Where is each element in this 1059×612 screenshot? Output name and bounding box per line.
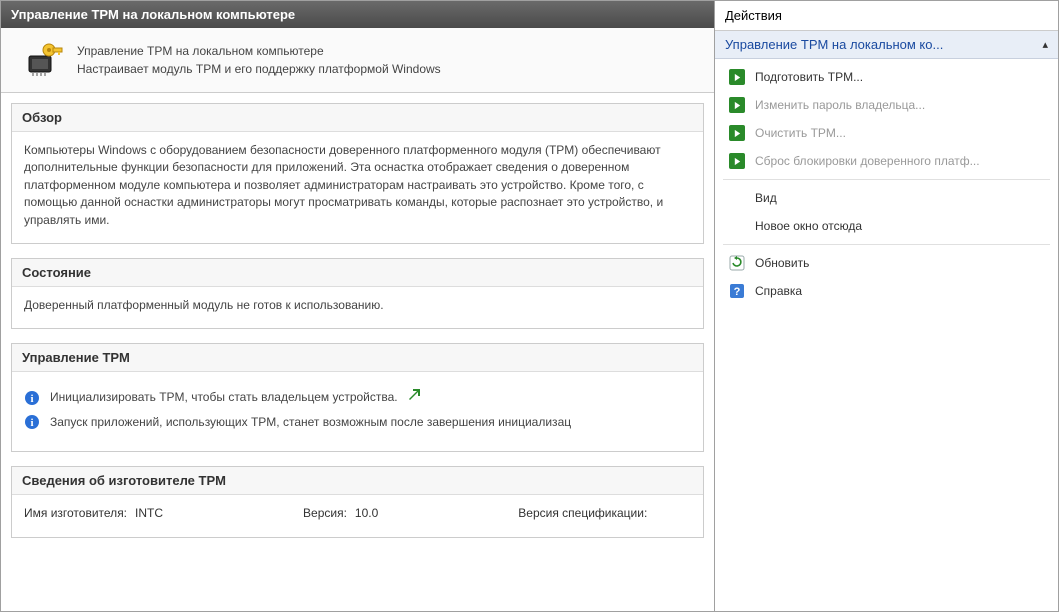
actions-title: Действия xyxy=(715,1,1058,31)
management-line1: i Инициализировать TPM, чтобы стать влад… xyxy=(24,388,691,407)
svg-text:?: ? xyxy=(734,286,741,298)
action-clear-label: Очистить TPM... xyxy=(755,126,846,140)
action-prepare-tpm[interactable]: Подготовить TPM... xyxy=(715,63,1058,91)
arrow-right-icon xyxy=(729,125,745,141)
action-help-label: Справка xyxy=(755,284,802,298)
manufacturer-version-value: 10.0 xyxy=(355,505,378,522)
divider xyxy=(723,179,1050,180)
manufacturer-title: Сведения об изготовителе TPM xyxy=(12,467,703,495)
action-reset-lockout[interactable]: Сброс блокировки доверенного платф... xyxy=(715,147,1058,175)
management-line2-text: Запуск приложений, использующих TPM, ста… xyxy=(50,414,571,431)
action-new-window-label: Новое окно отсюда xyxy=(755,219,862,233)
info-icon: i xyxy=(24,414,40,430)
manufacturer-name-value: INTC xyxy=(135,505,163,522)
main-panel: Управление TPM на локальном компьютере xyxy=(0,0,715,612)
action-reset-lockout-label: Сброс блокировки доверенного платф... xyxy=(755,154,980,168)
arrow-right-icon xyxy=(729,97,745,113)
divider xyxy=(723,244,1050,245)
window-title: Управление TPM на локальном компьютере xyxy=(11,7,295,22)
collapse-icon[interactable]: ▴ xyxy=(1042,38,1048,51)
help-icon: ? xyxy=(729,283,745,299)
status-title: Состояние xyxy=(12,259,703,287)
action-prepare-label: Подготовить TPM... xyxy=(755,70,863,84)
management-group: Управление TPM i Инициализировать TPM, ч… xyxy=(11,343,704,452)
action-refresh-label: Обновить xyxy=(755,256,809,270)
header-line1: Управление TPM на локальном компьютере xyxy=(77,42,441,60)
status-group: Состояние Доверенный платформенный модул… xyxy=(11,258,704,329)
action-list: Подготовить TPM... Изменить пароль владе… xyxy=(715,59,1058,309)
manufacturer-name-label: Имя изготовителя: xyxy=(24,505,127,522)
management-line2: i Запуск приложений, использующих TPM, с… xyxy=(24,414,691,431)
header-block: Управление TPM на локальном компьютере Н… xyxy=(1,28,714,93)
action-new-window[interactable]: Новое окно отсюда xyxy=(715,212,1058,240)
overview-group: Обзор Компьютеры Windows с оборудованием… xyxy=(11,103,704,244)
actions-subheader-text: Управление TPM на локальном ко... xyxy=(725,37,943,52)
content-area: Обзор Компьютеры Windows с оборудованием… xyxy=(1,93,714,611)
refresh-icon xyxy=(729,255,745,271)
manufacturer-version-label: Версия: xyxy=(303,505,347,522)
arrow-right-icon xyxy=(729,69,745,85)
action-view[interactable]: Вид xyxy=(715,184,1058,212)
action-refresh[interactable]: Обновить xyxy=(715,249,1058,277)
manufacturer-spec-label: Версия спецификации: xyxy=(518,505,647,522)
status-text: Доверенный платформенный модуль не готов… xyxy=(12,287,703,328)
tpm-chip-key-icon xyxy=(23,42,63,78)
header-line2: Настраивает модуль TPM и его поддержку п… xyxy=(77,60,441,78)
overview-text: Компьютеры Windows с оборудованием безоп… xyxy=(12,132,703,243)
overview-title: Обзор xyxy=(12,104,703,132)
arrow-right-icon xyxy=(729,153,745,169)
actions-subheader[interactable]: Управление TPM на локальном ко... ▴ xyxy=(715,31,1058,59)
window-title-bar: Управление TPM на локальном компьютере xyxy=(1,1,714,28)
action-help[interactable]: ? Справка xyxy=(715,277,1058,305)
management-line1-text: Инициализировать TPM, чтобы стать владел… xyxy=(50,389,398,406)
action-clear-tpm[interactable]: Очистить TPM... xyxy=(715,119,1058,147)
svg-text:i: i xyxy=(30,393,33,405)
info-icon: i xyxy=(24,390,40,406)
management-title: Управление TPM xyxy=(12,344,703,372)
action-change-password-label: Изменить пароль владельца... xyxy=(755,98,925,112)
external-link-icon[interactable] xyxy=(408,388,422,407)
svg-text:i: i xyxy=(30,417,33,429)
action-change-password[interactable]: Изменить пароль владельца... xyxy=(715,91,1058,119)
action-view-label: Вид xyxy=(755,191,777,205)
actions-panel: Действия Управление TPM на локальном ко.… xyxy=(715,0,1059,612)
manufacturer-group: Сведения об изготовителе TPM Имя изготов… xyxy=(11,466,704,537)
